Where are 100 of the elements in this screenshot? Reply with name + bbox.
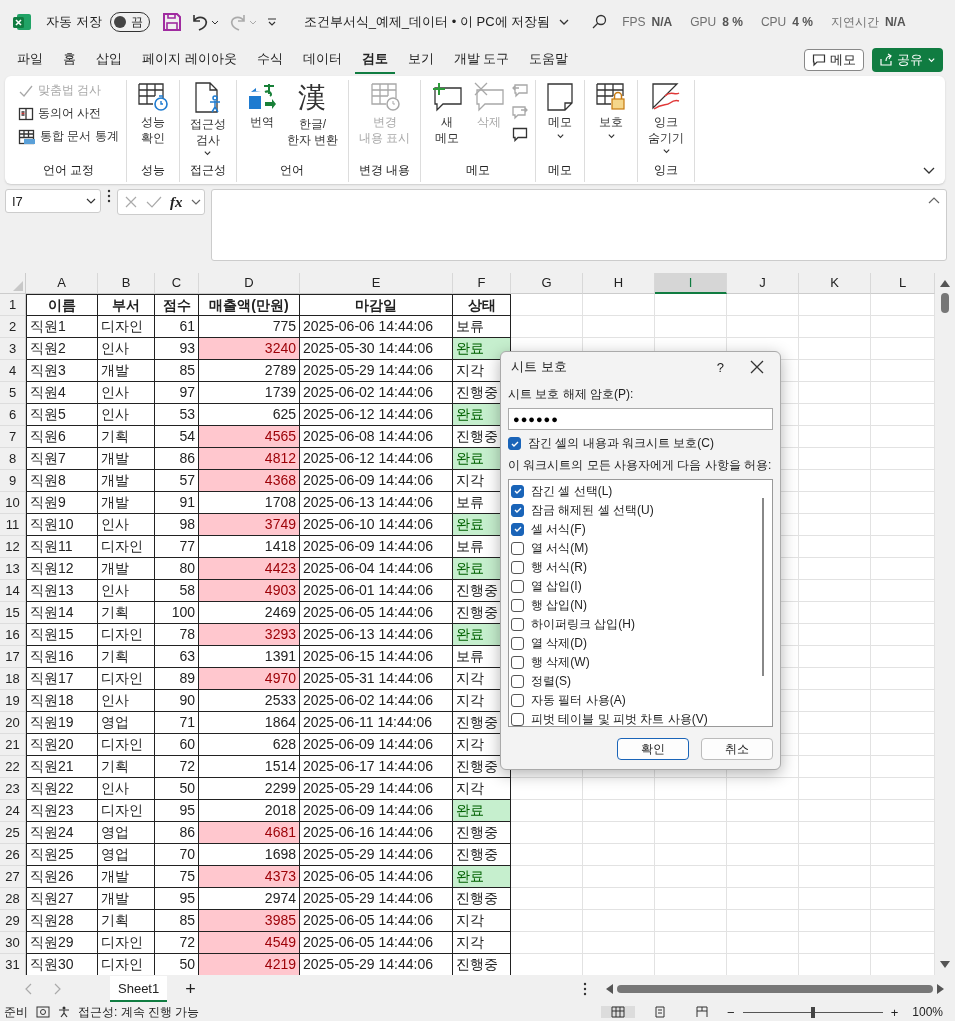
horizontal-scrollbar[interactable] [605,984,945,994]
checkbox[interactable] [511,712,524,726]
checkbox[interactable] [511,484,524,498]
checkbox[interactable] [511,579,524,593]
row-header[interactable]: 31 [0,954,26,975]
checkbox-label[interactable]: 행 삽입(N) [531,596,587,614]
close-icon[interactable] [750,360,764,374]
checkbox[interactable] [511,655,524,669]
row-header[interactable]: 20 [0,712,26,734]
checkbox-label[interactable]: 행 서식(R) [531,558,587,576]
row-header[interactable]: 15 [0,602,26,624]
zoom-slider-thumb[interactable] [810,1006,815,1018]
row-header[interactable]: 1 [0,294,26,316]
checkbox[interactable] [511,598,524,612]
column-header[interactable]: E [300,273,453,294]
share-button[interactable]: 공유 [872,48,943,72]
document-title[interactable]: 조건부서식_예제_데이터 • 이 PC에 저장됨 [303,13,551,31]
scrollbar-thumb[interactable] [941,293,949,313]
checkbox[interactable] [511,617,524,631]
zoom-level[interactable]: 100% [912,1005,943,1019]
ribbon-button[interactable]: 번역 [243,80,280,133]
ribbon-tab[interactable]: 검토 [354,46,395,74]
row-header[interactable]: 18 [0,668,26,690]
row-header[interactable]: 26 [0,844,26,866]
row-header[interactable]: 27 [0,866,26,888]
row-header[interactable]: 4 [0,360,26,382]
row-header[interactable]: 7 [0,426,26,448]
ribbon-button[interactable]: 잉크 숨기기 [645,80,688,159]
normal-view-icon[interactable] [601,1006,636,1018]
checkbox-label[interactable]: 자동 필터 사용(A) [531,691,626,709]
ribbon-button[interactable]: 통합 문서 통계 [18,128,119,145]
checkbox-label[interactable]: 열 삽입(I) [531,577,582,595]
ribbon-tab[interactable]: 데이터 [295,46,349,74]
checkbox-label[interactable]: 열 삭제(D) [531,634,587,652]
search-icon[interactable] [592,14,609,30]
ok-button[interactable]: 확인 [617,738,689,760]
more-icon[interactable] [107,189,111,203]
row-header[interactable]: 6 [0,404,26,426]
scroll-right-icon[interactable] [937,984,945,994]
ribbon-tab[interactable]: 홈 [56,46,83,74]
ribbon-button[interactable]: 새 메모 [428,80,467,149]
row-header[interactable]: 25 [0,822,26,844]
ribbon-tab[interactable]: 삽입 [89,46,129,74]
checkbox-label[interactable]: 잠금 해제된 셀 선택(U) [531,501,654,519]
ribbon-button[interactable]: 성능 확인 [133,80,172,149]
zoom-in-button[interactable]: + [890,1004,899,1020]
row-header[interactable]: 3 [0,338,26,360]
row-header[interactable]: 9 [0,470,26,492]
ribbon-icon-button[interactable] [512,126,529,142]
row-header[interactable]: 22 [0,756,26,778]
row-header[interactable]: 11 [0,514,26,536]
customize-caret-icon[interactable] [265,16,278,28]
scroll-down-icon[interactable] [940,961,950,969]
row-header[interactable]: 21 [0,734,26,756]
ribbon-button[interactable]: 보호 [592,80,631,143]
checkbox[interactable] [511,674,524,688]
checkbox[interactable] [511,636,524,650]
accessibility-status[interactable]: 접근성: 계속 진행 가능 [78,1003,200,1021]
name-box[interactable]: I7 [5,189,101,213]
checkbox-label[interactable]: 열 서식(M) [531,539,589,557]
ribbon-tab[interactable]: 도움말 [522,46,576,74]
row-header[interactable]: 19 [0,690,26,712]
ribbon-tab[interactable]: 페이지 레이아웃 [135,46,244,74]
sheet-tab[interactable]: Sheet1 [110,976,168,1002]
column-header[interactable]: I [655,273,727,294]
ribbon-tab[interactable]: 수식 [249,46,290,74]
column-header[interactable]: C [155,273,199,294]
row-header[interactable]: 14 [0,580,26,602]
scroll-up-icon[interactable] [940,279,950,287]
row-header[interactable]: 13 [0,558,26,580]
checkbox-label[interactable]: 셀 서식(F) [531,520,586,538]
checkbox[interactable] [511,541,524,555]
checkbox[interactable] [511,560,524,574]
row-header[interactable]: 5 [0,382,26,404]
password-field[interactable]: ●●●●●● [508,408,773,430]
row-header[interactable]: 12 [0,536,26,558]
cancel-button[interactable]: 취소 [701,738,773,760]
check-icon[interactable] [146,195,162,209]
ribbon-button[interactable]: 漢 한글/ 한자 변환 [283,80,341,151]
column-header[interactable]: D [199,273,300,294]
column-header[interactable]: F [453,273,511,294]
row-header[interactable]: 10 [0,492,26,514]
ribbon-button[interactable]: 동의어 사전 [18,105,119,122]
caret-icon[interactable] [190,197,201,207]
row-header[interactable]: 30 [0,932,26,954]
comments-button[interactable]: 메모 [804,49,864,71]
ribbon-button[interactable]: 메모 [543,80,578,143]
collapse-icon[interactable] [928,196,940,204]
checkbox[interactable] [511,503,524,517]
macro-record-icon[interactable] [36,1006,50,1018]
ribbon-tab[interactable]: 보기 [400,46,441,74]
more-icon[interactable] [583,982,587,996]
checkbox[interactable] [511,522,524,536]
add-sheet-button[interactable]: + [185,978,196,1000]
column-header[interactable]: K [799,273,871,294]
scrollbar-thumb[interactable] [617,985,933,993]
checkbox-label[interactable]: 피벗 테이블 및 피벗 차트 사용(V) [531,710,708,726]
formula-field[interactable] [210,189,947,261]
column-header[interactable]: G [511,273,583,294]
insert-function-button[interactable]: fx [170,193,183,211]
